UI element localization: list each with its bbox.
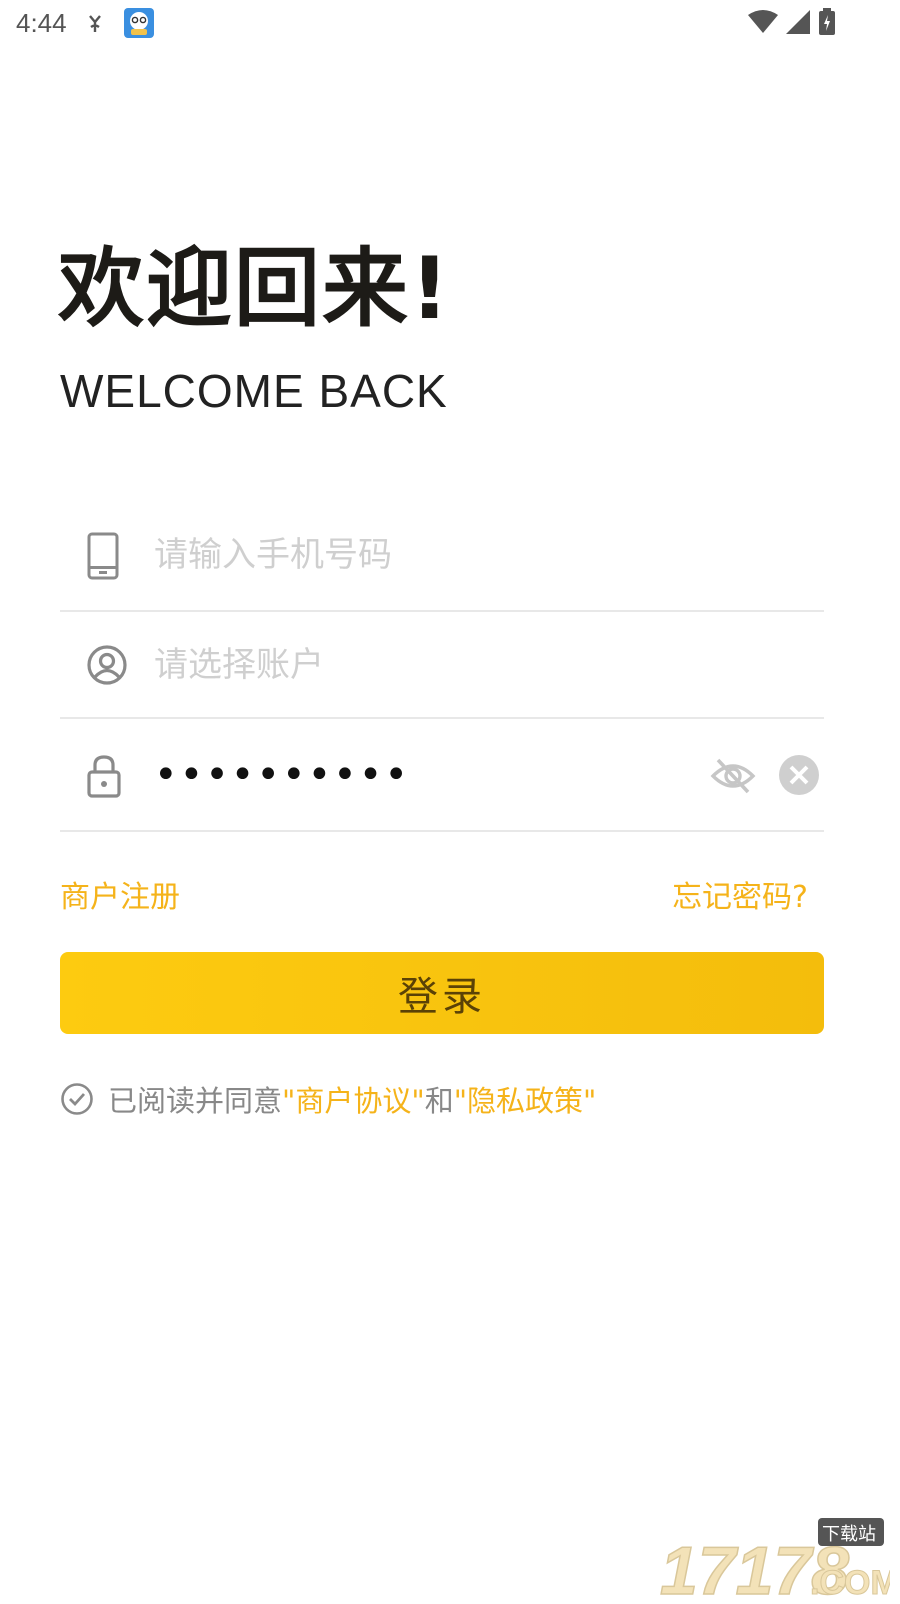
phone-input[interactable]	[154, 530, 654, 580]
register-link[interactable]: 商户注册	[60, 872, 180, 916]
page-title: 欢迎回来!	[58, 239, 452, 339]
forgot-password-link[interactable]: 忘记密码?	[672, 872, 808, 916]
agreement-row: 已阅读并同意 "商户协议" 和 "隐私政策"	[60, 1078, 596, 1120]
lock-icon	[86, 754, 122, 802]
battery-icon	[818, 8, 836, 40]
agreement-prefix: 已阅读并同意	[108, 1084, 283, 1118]
account-field	[60, 612, 824, 719]
signal-icon	[786, 10, 810, 38]
user-circle-icon	[86, 644, 128, 690]
account-select[interactable]	[154, 640, 654, 690]
check-circle-icon[interactable]	[60, 1082, 94, 1116]
watermark-tag: 下载站	[822, 1524, 876, 1545]
wifi-icon	[748, 10, 778, 38]
clear-icon[interactable]	[778, 754, 820, 800]
phone-field	[60, 500, 824, 612]
agreement-and: 和	[424, 1084, 454, 1118]
phone-icon	[86, 532, 120, 584]
password-field	[60, 720, 824, 832]
watermark-suffix: .COM	[810, 1564, 890, 1600]
notification-icon	[86, 12, 104, 38]
privacy-policy-link[interactable]: "隐私政策"	[454, 1078, 597, 1120]
status-icons	[748, 8, 836, 40]
merchant-agreement-link[interactable]: "商户协议"	[282, 1078, 425, 1120]
status-bar: 4:44	[0, 0, 900, 48]
watermark-logo: 17178 下载站 .COM	[659, 1514, 899, 1604]
login-button[interactable]: 登录	[60, 952, 824, 1034]
password-input[interactable]	[154, 750, 554, 800]
eye-off-icon[interactable]	[710, 756, 756, 800]
status-time: 4:44	[16, 8, 67, 38]
app-notification-icon	[124, 8, 154, 42]
page-subtitle: WELCOME BACK	[60, 365, 448, 417]
